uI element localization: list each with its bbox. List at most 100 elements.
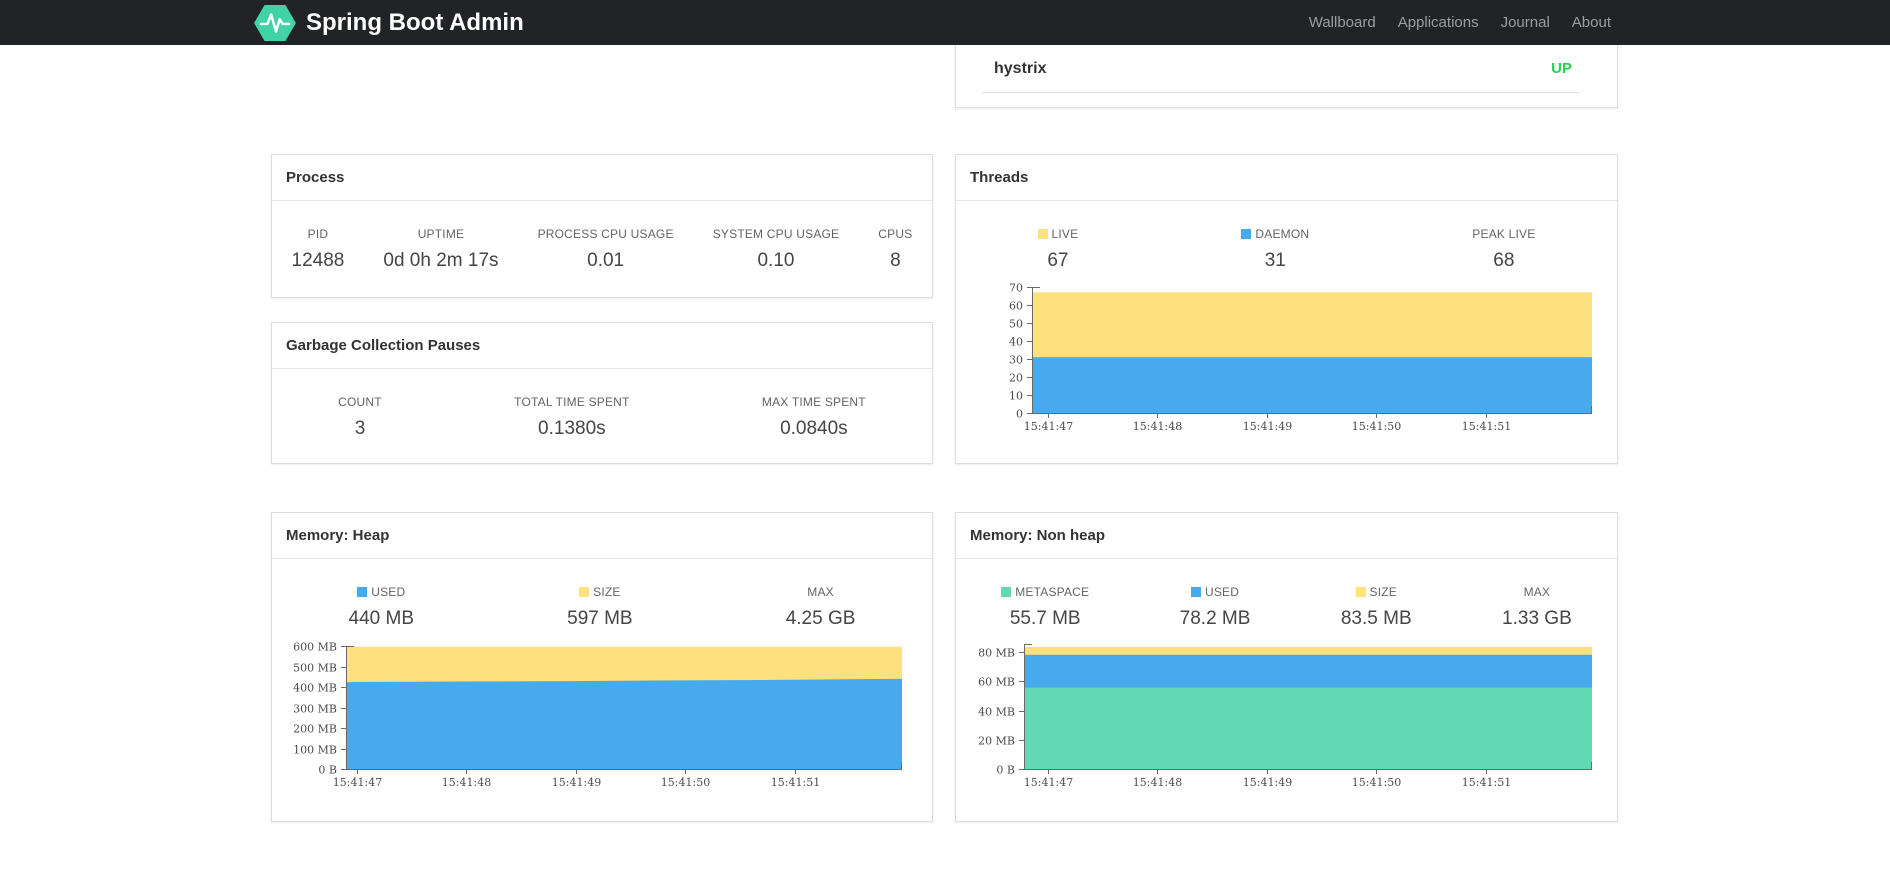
stat-label: UPTIME: [417, 227, 465, 241]
legend-marker: [579, 587, 590, 597]
svg-text:30: 30: [1009, 354, 1023, 367]
stat-value: 597 MB: [567, 608, 633, 629]
svg-text:200 MB: 200 MB: [293, 723, 337, 736]
stat-label: CPUS: [878, 227, 913, 241]
legend-marker: [1355, 587, 1366, 597]
stat-cpus: CPUS 8: [878, 227, 912, 272]
stat-label: METASPACE: [1001, 585, 1089, 599]
svg-text:15:41:47: 15:41:47: [333, 776, 382, 789]
svg-text:15:41:51: 15:41:51: [771, 776, 820, 789]
svg-text:15:41:49: 15:41:49: [1243, 776, 1292, 789]
stat-value: 8: [890, 250, 901, 271]
svg-text:40: 40: [1009, 336, 1023, 349]
stat-max: MAX 4.25 GB: [786, 585, 856, 630]
stat-daemon: DAEMON 31: [1241, 227, 1309, 272]
stat-value: 55.7 MB: [1009, 608, 1081, 629]
memory-nonheap-chart: 0 B 20 MB 40 MB 60 MB 80 MB 15:41:47 15:41:48 1…: [978, 644, 1592, 789]
stat-value: 0.10: [757, 250, 795, 271]
stat-value: 83.5 MB: [1340, 608, 1412, 629]
divider: [982, 92, 1579, 93]
application-name-link[interactable]: hystrix: [994, 60, 1046, 78]
svg-text:15:41:51: 15:41:51: [1462, 776, 1511, 789]
svg-text:15:41:48: 15:41:48: [1133, 420, 1182, 433]
stat-label: LIVE: [1037, 227, 1079, 241]
stat-system-cpu-usage: SYSTEM CPU USAGE 0.10: [713, 227, 840, 272]
brand-logo-icon: [254, 4, 296, 42]
memory-heap-legend: USED 440 MB SIZE 597 MB MAX 4.25 GB: [272, 585, 932, 630]
stat-used: USED 78.2 MB: [1180, 585, 1251, 630]
gc-card-title: Garbage Collection Pauses: [272, 323, 932, 369]
stat-label: PEAK LIVE: [1472, 227, 1536, 241]
svg-text:0 B: 0 B: [996, 764, 1015, 777]
stat-label: DAEMON: [1241, 227, 1309, 241]
svg-text:15:41:47: 15:41:47: [1024, 420, 1073, 433]
svg-text:600 MB: 600 MB: [293, 641, 337, 654]
svg-text:15:41:50: 15:41:50: [661, 776, 710, 789]
svg-text:60 MB: 60 MB: [978, 676, 1015, 689]
page: Spring Boot Admin Wallboard Applications…: [0, 0, 1890, 892]
stat-label: SYSTEM CPU USAGE: [712, 227, 840, 241]
memory-nonheap-card-title: Memory: Non heap: [956, 513, 1617, 559]
threads-chart: 0 10 20 30 40 50 60 70 15:41:47 15:41:48 15:41:49 1…: [1009, 282, 1592, 433]
stat-value: 0.01: [587, 250, 625, 271]
svg-text:10: 10: [1009, 390, 1023, 403]
legend-marker: [357, 587, 368, 597]
stat-value: 12488: [291, 250, 345, 271]
svg-text:70: 70: [1009, 282, 1023, 295]
stat-metaspace: METASPACE 55.7 MB: [1001, 585, 1089, 630]
svg-text:400 MB: 400 MB: [293, 682, 337, 695]
nav-link-wallboard[interactable]: Wallboard: [1298, 0, 1387, 45]
threads-card: Threads LIVE 67 DAEMON 31 PEAK LIVE 68 0 10 20 3…: [955, 154, 1618, 464]
stat-size: SIZE 597 MB: [567, 585, 632, 630]
legend-marker: [1190, 587, 1201, 597]
stat-label: PROCESS CPU USAGE: [537, 227, 674, 241]
nav-link-about[interactable]: About: [1561, 0, 1622, 45]
stat-label: USED: [1180, 585, 1251, 599]
stat-value: 67: [1047, 250, 1069, 271]
stat-pid: PID 12488: [292, 227, 345, 272]
stat-label: MAX TIME SPENT: [761, 395, 866, 409]
svg-text:15:41:48: 15:41:48: [1133, 776, 1182, 789]
svg-text:15:41:50: 15:41:50: [1352, 776, 1401, 789]
svg-text:100 MB: 100 MB: [293, 744, 337, 757]
memory-heap-card: Memory: Heap USED 440 MB SIZE 597 MB MAX 4.25…: [271, 512, 933, 822]
svg-text:60: 60: [1009, 300, 1023, 313]
nav-link-applications[interactable]: Applications: [1387, 0, 1490, 45]
nav-links: Wallboard Applications Journal About: [1298, 0, 1622, 45]
brand-title: Spring Boot Admin: [306, 8, 524, 36]
svg-text:50: 50: [1009, 318, 1023, 331]
svg-text:15:41:51: 15:41:51: [1462, 420, 1511, 433]
stat-used: USED 440 MB: [349, 585, 414, 630]
application-status-badge: UP: [1551, 60, 1572, 77]
process-card: Process PID 12488 UPTIME 0d 0h 2m 17s PROCES…: [271, 154, 933, 298]
process-stats: PID 12488 UPTIME 0d 0h 2m 17s PROCESS CPU US…: [272, 227, 932, 272]
threads-card-title: Threads: [956, 155, 1617, 201]
process-card-title: Process: [272, 155, 932, 201]
stat-count: COUNT 3: [338, 395, 382, 440]
gc-stats: COUNT 3 TOTAL TIME SPENT 0.1380s MAX TIME SP…: [272, 395, 932, 440]
svg-text:0 B: 0 B: [318, 764, 337, 777]
brand-link[interactable]: Spring Boot Admin: [254, 0, 524, 45]
memory-nonheap-card: Memory: Non heap METASPACE 55.7 MB USED 78.…: [955, 512, 1618, 822]
svg-text:20 MB: 20 MB: [978, 735, 1015, 748]
svg-text:20: 20: [1009, 372, 1023, 385]
stat-value: 78.2 MB: [1179, 608, 1251, 629]
svg-text:15:41:49: 15:41:49: [552, 776, 601, 789]
stat-process-cpu-usage: PROCESS CPU USAGE 0.01: [538, 227, 674, 272]
stat-value: 31: [1264, 250, 1286, 271]
application-row: hystrix UP: [956, 45, 1617, 92]
stat-value: 68: [1493, 250, 1515, 271]
stat-peak-live: PEAK LIVE 68: [1472, 227, 1535, 272]
memory-heap-chart: 0 B 100 MB 200 MB 300 MB 400 MB 500 MB 600 MB 1…: [293, 641, 902, 789]
svg-text:15:41:49: 15:41:49: [1243, 420, 1292, 433]
stat-size: SIZE 83.5 MB: [1341, 585, 1412, 630]
nav-link-journal[interactable]: Journal: [1490, 0, 1561, 45]
stat-value: 4.25 GB: [785, 608, 856, 629]
stat-max-time-spent: MAX TIME SPENT 0.0840s: [762, 395, 866, 440]
svg-text:15:41:47: 15:41:47: [1024, 776, 1073, 789]
stat-value: 0.0840s: [780, 418, 848, 439]
stat-value: 0d 0h 2m 17s: [383, 250, 499, 271]
stat-value: 0.1380s: [538, 418, 606, 439]
stat-label: SIZE: [1341, 585, 1412, 599]
stat-uptime: UPTIME 0d 0h 2m 17s: [383, 227, 498, 272]
